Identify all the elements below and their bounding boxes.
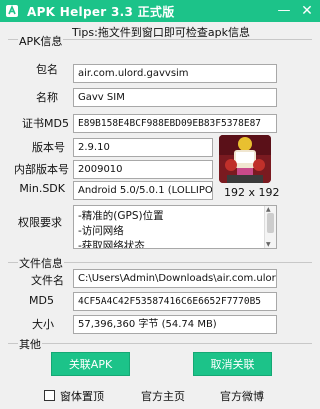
permission-item: -获取网络状态 — [78, 240, 145, 249]
other-section-title: 其他 — [18, 336, 42, 352]
scroll-thumb[interactable] — [267, 213, 274, 233]
apk-info-section-title: APK信息 — [18, 33, 64, 49]
internal-version-label: 内部版本号 — [14, 163, 69, 176]
min-sdk-field[interactable]: Android 5.0/5.0.1 (LOLLIPOP) — [73, 181, 213, 200]
size-label: 大小 — [32, 318, 54, 331]
scroll-up-arrow-icon[interactable]: ▲ — [266, 206, 271, 213]
permission-item: -精准的(GPS)位置 — [78, 210, 164, 222]
file-info-section-title: 文件信息 — [18, 255, 64, 271]
always-on-top-label[interactable]: 窗体置顶 — [60, 388, 104, 404]
name-label: 名称 — [36, 91, 58, 104]
file-md5-label: MD5 — [29, 294, 54, 307]
always-on-top-checkbox[interactable] — [44, 390, 55, 401]
version-label: 版本号 — [32, 141, 65, 154]
permissions-scrollbar[interactable]: ▲ ▼ — [264, 206, 276, 248]
min-sdk-label: Min.SDK — [19, 182, 65, 195]
minimize-button[interactable]: — — [275, 2, 293, 20]
unassociate-button[interactable]: 取消关联 — [193, 352, 272, 376]
close-button[interactable]: ✕ — [298, 2, 316, 20]
homepage-link[interactable]: 官方主页 — [141, 388, 185, 404]
cert-md5-label: 证书MD5 — [22, 117, 69, 130]
filename-field[interactable]: C:\Users\Admin\Downloads\air.com.ulord.g… — [73, 269, 277, 288]
associate-apk-button[interactable]: 关联APK — [51, 352, 130, 376]
name-field[interactable]: Gavv SIM — [73, 88, 277, 107]
permissions-label: 权限要求 — [18, 216, 62, 229]
scroll-down-arrow-icon[interactable]: ▼ — [266, 241, 271, 248]
icon-size-label: 192 x 192 — [224, 186, 280, 199]
filename-label: 文件名 — [31, 274, 64, 287]
permission-item: -访问网络 — [78, 225, 124, 237]
app-icon-preview — [219, 135, 271, 183]
permissions-list[interactable]: -精准的(GPS)位置 -访问网络 -获取网络状态 ▲ ▼ — [73, 205, 277, 249]
package-label: 包名 — [36, 63, 58, 76]
file-md5-field[interactable]: 4CF5A4C42F53587416C6E6652F7770B5 — [73, 292, 277, 311]
internal-version-field[interactable]: 2009010 — [73, 160, 213, 179]
package-field[interactable]: air.com.ulord.gavvsim — [73, 64, 277, 83]
title-bar: APK Helper 3.3 正式版 — ✕ — [0, 0, 320, 22]
app-logo-icon — [6, 4, 18, 17]
cert-md5-field[interactable]: E89B158E4BCF988EBD09EB83F5378E87 — [73, 114, 277, 133]
window-title: APK Helper 3.3 正式版 — [27, 5, 175, 19]
drag-tips: Tips:拖文件到窗口即可检查apk信息 — [72, 26, 250, 39]
size-field[interactable]: 57,396,360 字节 (54.74 MB) — [73, 315, 277, 334]
weibo-link[interactable]: 官方微博 — [220, 388, 264, 404]
version-field[interactable]: 2.9.10 — [73, 138, 213, 157]
other-divider — [8, 343, 312, 344]
app-icon-image — [219, 135, 271, 183]
